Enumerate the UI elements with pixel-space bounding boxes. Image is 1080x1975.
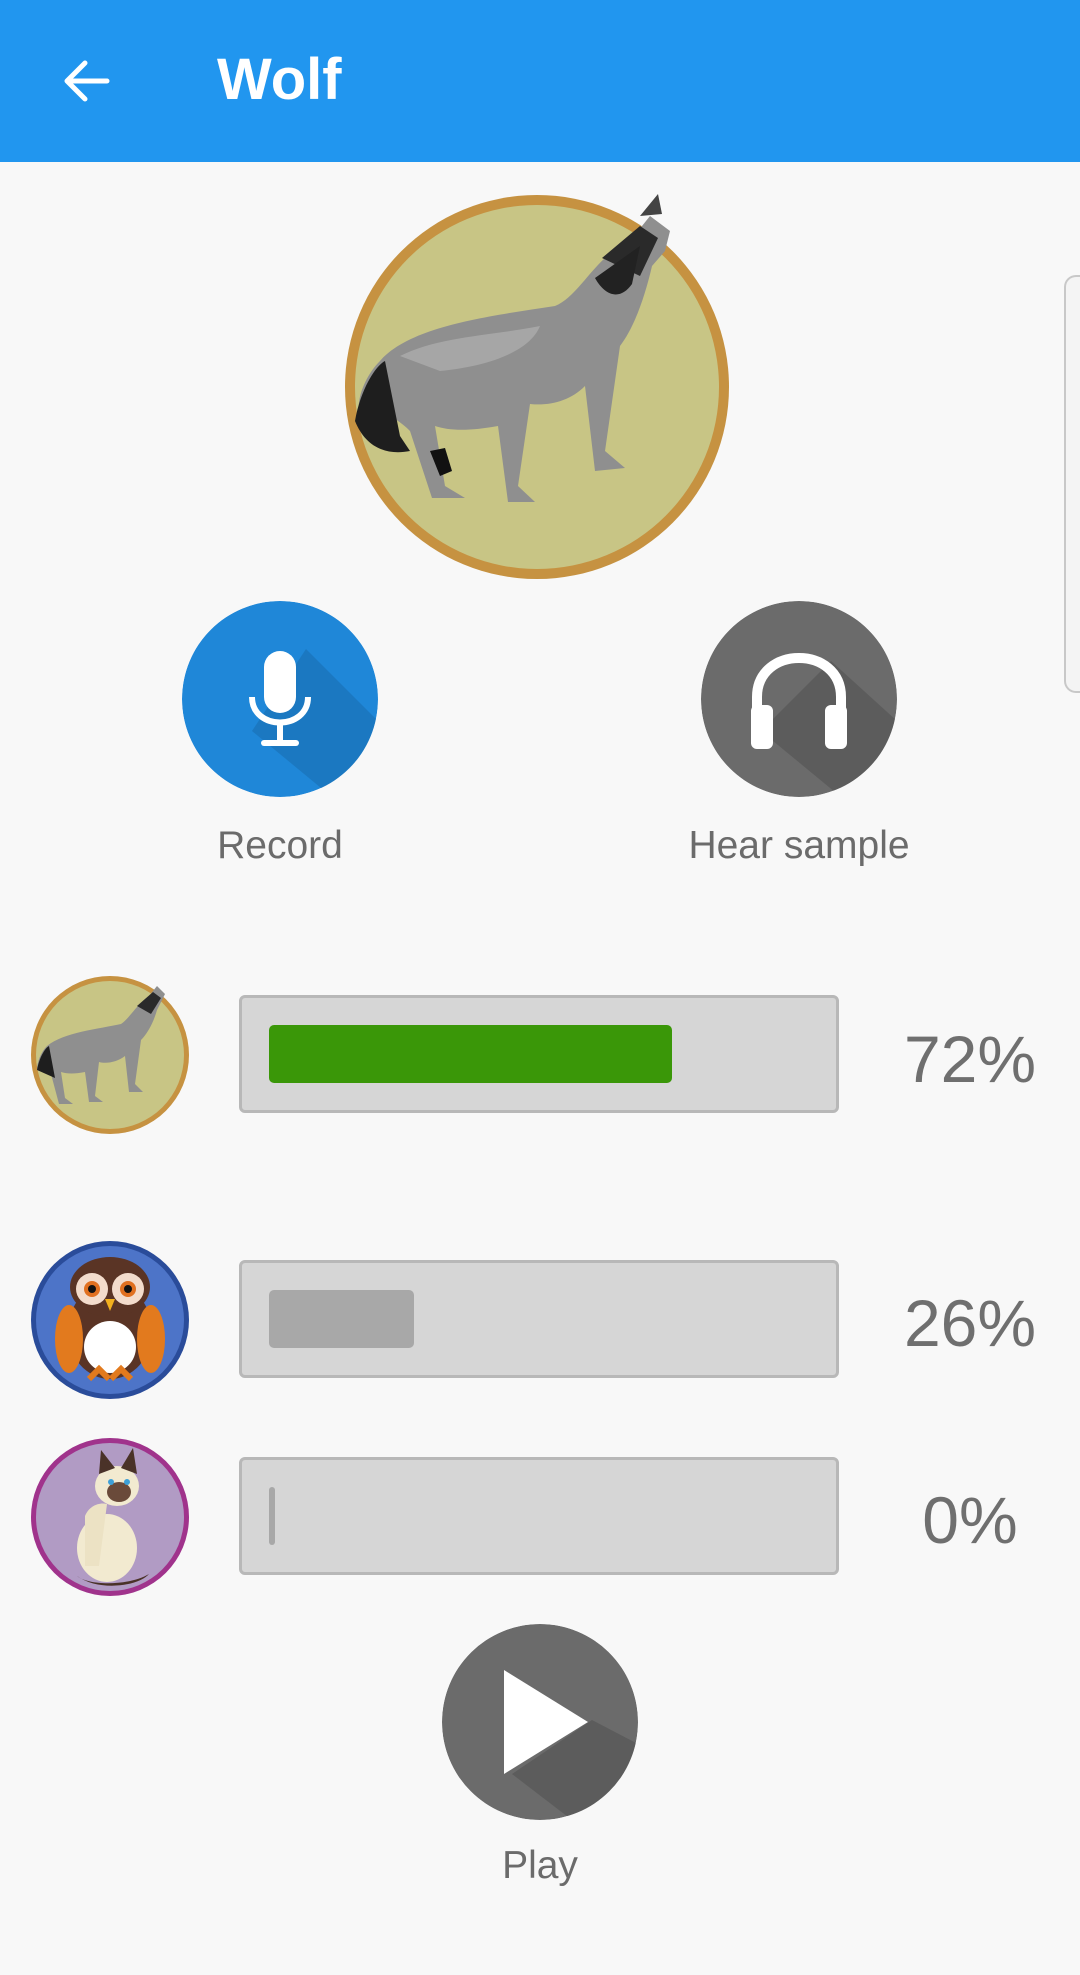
owl-avatar-icon (29, 1239, 191, 1401)
back-button[interactable] (40, 36, 130, 126)
microphone-icon (249, 651, 311, 746)
wolf-match-percent: 72% (903, 1022, 1037, 1096)
play-icon (504, 1670, 588, 1774)
wolf-match-bar (239, 995, 839, 1113)
cat-match-fill (269, 1487, 275, 1545)
wolf-howling-image (340, 186, 740, 586)
cat-avatar-icon (29, 1436, 191, 1598)
owl-match-percent: 26% (903, 1286, 1037, 1360)
wolf-avatar-icon (29, 974, 191, 1136)
record-button[interactable] (182, 601, 378, 797)
page-title: Wolf (217, 47, 342, 112)
cat-match-percent: 0% (922, 1483, 1018, 1557)
hear-sample-label: Hear sample (688, 824, 910, 867)
record-label: Record (217, 824, 343, 867)
hear-sample-button[interactable] (701, 601, 897, 797)
app-bar: Wolf (0, 0, 1080, 162)
wolf-match-fill (269, 1025, 672, 1083)
headphones-icon (751, 653, 847, 749)
play-button[interactable] (442, 1624, 638, 1820)
owl-match-fill (269, 1290, 414, 1348)
edge-panel-handle[interactable] (1064, 275, 1080, 693)
arrow-back-icon (64, 60, 110, 102)
cat-match-bar (239, 1457, 839, 1575)
owl-match-bar (239, 1260, 839, 1378)
play-label: Play (502, 1844, 578, 1887)
